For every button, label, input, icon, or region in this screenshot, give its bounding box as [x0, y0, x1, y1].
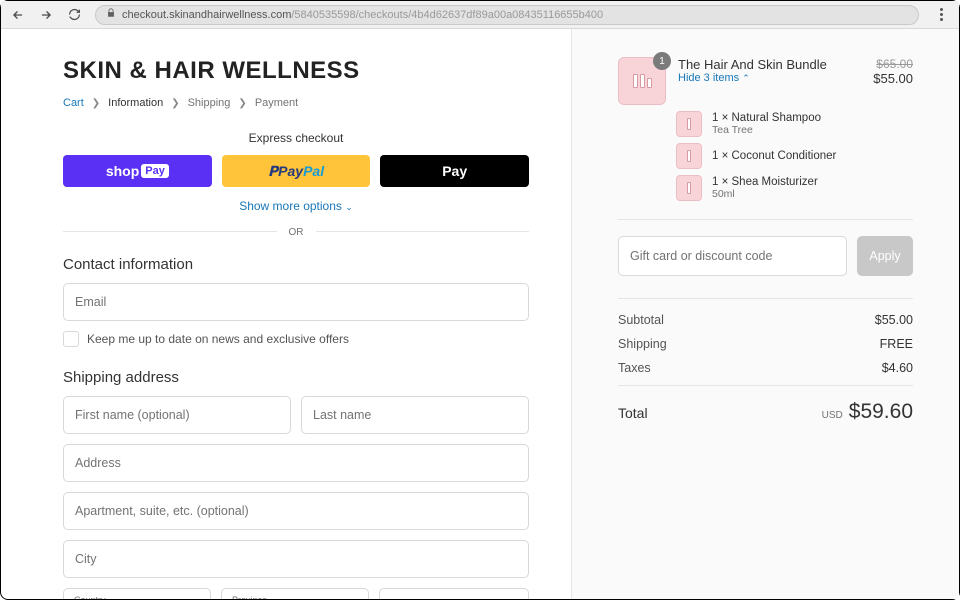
express-checkout-label: Express checkout — [63, 131, 529, 145]
address-field[interactable] — [63, 444, 529, 482]
reload-icon[interactable] — [67, 8, 81, 22]
chevron-right-icon: ❯ — [238, 98, 246, 109]
or-divider: OR — [277, 227, 316, 238]
shoppay-button[interactable]: shopPay — [63, 155, 212, 187]
chevron-right-icon: ❯ — [171, 98, 179, 109]
cart-item-title: The Hair And Skin Bundle — [678, 57, 861, 72]
forward-icon[interactable] — [39, 8, 53, 22]
url-domain: checkout.skinandhairwellness.com — [122, 9, 291, 21]
applepay-button[interactable]: Pay — [380, 155, 529, 187]
shipping-value: FREE — [880, 337, 913, 351]
breadcrumb-payment: Payment — [255, 97, 298, 109]
last-name-field[interactable] — [301, 396, 529, 434]
toggle-bundle-items[interactable]: Hide 3 items ⌃ — [678, 72, 861, 84]
currency-label: USD — [822, 410, 843, 421]
checkout-form: SKIN & HAIR WELLNESS Cart ❯ Information … — [1, 29, 571, 599]
bundle-thumbnail — [676, 175, 702, 201]
apply-button[interactable]: Apply — [857, 236, 913, 276]
contact-heading: Contact information — [63, 256, 529, 273]
shipping-heading: Shipping address — [63, 369, 529, 386]
bundle-thumbnail — [676, 143, 702, 169]
back-icon[interactable] — [11, 8, 25, 22]
browser-toolbar: checkout.skinandhairwellness.com/5840535… — [1, 1, 959, 29]
bundle-item: 1 × Natural ShampooTea Tree — [676, 111, 913, 137]
bundle-item: 1 × Coconut Conditioner — [676, 143, 913, 169]
store-name: SKIN & HAIR WELLNESS — [63, 57, 529, 85]
taxes-value: $4.60 — [882, 361, 913, 375]
chevron-up-icon: ⌃ — [742, 73, 750, 83]
shipping-label: Shipping — [618, 337, 667, 351]
compare-price: $65.00 — [873, 57, 913, 71]
chevron-down-icon: ⌄ — [345, 202, 353, 212]
subtotal-label: Subtotal — [618, 313, 664, 327]
browser-menu-icon[interactable] — [933, 8, 949, 21]
city-field[interactable] — [63, 540, 529, 578]
item-price: $55.00 — [873, 71, 913, 86]
total-label: Total — [618, 405, 648, 421]
subscribe-label: Keep me up to date on news and exclusive… — [87, 332, 349, 346]
subtotal-value: $55.00 — [875, 313, 913, 327]
total-value: $59.60 — [849, 400, 913, 423]
paypal-button[interactable]: 𝗣PayPal — [222, 155, 371, 187]
breadcrumb-shipping: Shipping — [188, 97, 231, 109]
province-select[interactable]: Province Alberta ▾ — [221, 588, 369, 599]
breadcrumb: Cart ❯ Information ❯ Shipping ❯ Payment — [63, 97, 529, 109]
url-bar[interactable]: checkout.skinandhairwellness.com/5840535… — [95, 5, 919, 25]
order-summary: 1 The Hair And Skin Bundle Hide 3 items … — [571, 29, 959, 599]
bundle-thumbnail — [676, 111, 702, 137]
subscribe-checkbox[interactable] — [63, 331, 79, 347]
breadcrumb-cart[interactable]: Cart — [63, 97, 84, 109]
discount-code-field[interactable] — [618, 236, 847, 276]
product-thumbnail: 1 — [618, 57, 666, 105]
apartment-field[interactable] — [63, 492, 529, 530]
postal-code-field[interactable] — [379, 588, 529, 599]
chevron-right-icon: ❯ — [92, 98, 100, 109]
taxes-label: Taxes — [618, 361, 651, 375]
bundle-item: 1 × Shea Moisturizer50ml — [676, 175, 913, 201]
email-field[interactable] — [63, 283, 529, 321]
show-more-options[interactable]: Show more options ⌄ — [63, 199, 529, 213]
country-select[interactable]: Country Canada ▾ — [63, 588, 211, 599]
breadcrumb-information: Information — [108, 97, 163, 109]
url-path: /5840535598/checkouts/4b4d62637df89a00a0… — [291, 9, 603, 21]
first-name-field[interactable] — [63, 396, 291, 434]
lock-icon — [106, 8, 116, 21]
quantity-badge: 1 — [653, 52, 671, 70]
